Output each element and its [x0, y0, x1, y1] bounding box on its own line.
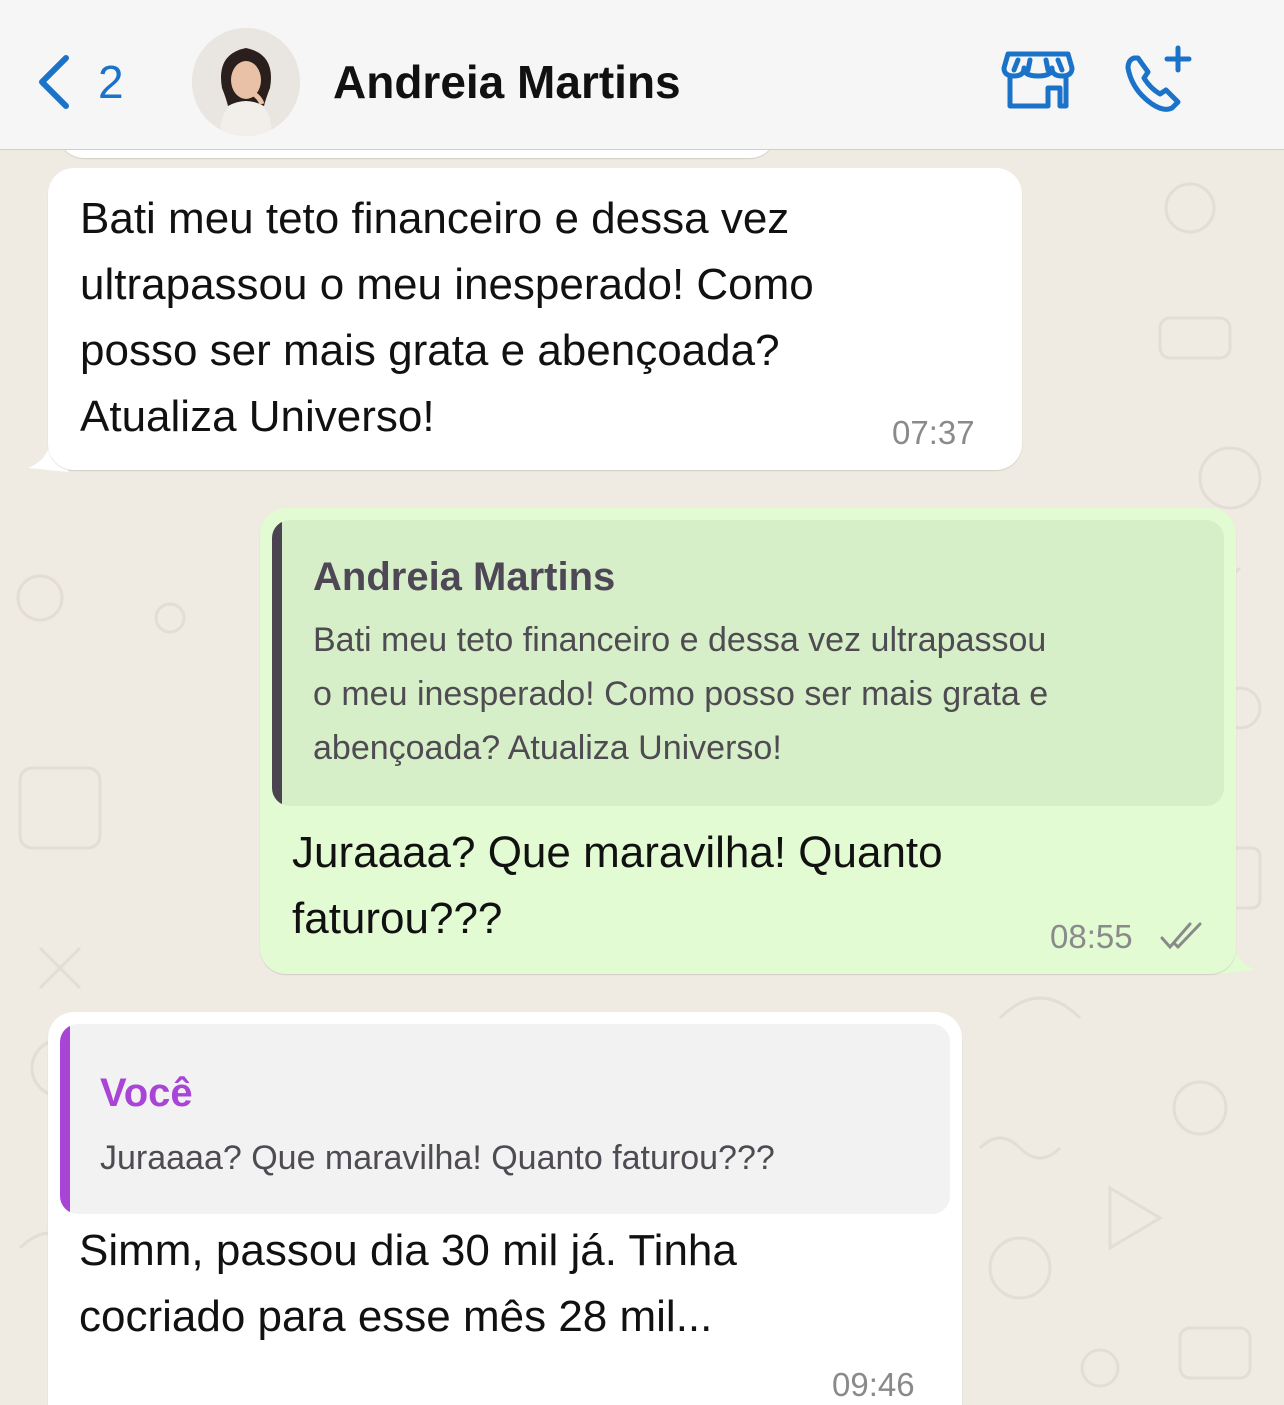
quote-author: Você — [100, 1071, 193, 1115]
message-bubble-incoming[interactable]: Você Juraaaa? Que maravilha! Quanto fatu… — [48, 1012, 962, 1405]
add-call-icon[interactable] — [1122, 44, 1194, 116]
message-text-line: posso ser mais grata e abençoada? — [80, 326, 780, 375]
avatar[interactable] — [192, 28, 300, 136]
message-bubble-incoming[interactable]: Bati meu teto financeiro e dessa vez ult… — [48, 168, 1022, 470]
quote-bar — [272, 520, 282, 806]
quote-text: Juraaaa? Que maravilha! Quanto faturou??… — [100, 1139, 775, 1177]
chat-header: 2 Andreia Martins — [0, 0, 1284, 150]
back-button[interactable]: 2 — [34, 52, 144, 112]
quote-text-line: Bati meu teto financeiro e dessa vez ult… — [313, 621, 1047, 659]
chevron-left-icon — [39, 55, 69, 109]
message-time: 07:37 — [892, 414, 975, 451]
quote-text-line: abençoada? Atualiza Universo! — [313, 729, 782, 767]
unread-count: 2 — [98, 56, 124, 108]
quote-bar — [60, 1024, 70, 1214]
message-text-line: Atualiza Universo! — [80, 392, 435, 441]
message-text-line: cocriado para esse mês 28 mil... — [79, 1292, 713, 1341]
quoted-message[interactable]: Você Juraaaa? Que maravilha! Quanto fatu… — [60, 1024, 950, 1214]
quoted-message[interactable]: Andreia Martins Bati meu teto financeiro… — [272, 520, 1224, 806]
contact-name[interactable]: Andreia Martins — [333, 54, 681, 110]
store-icon[interactable] — [1000, 48, 1076, 112]
message-text-line: Juraaaa? Que maravilha! Quanto — [292, 828, 943, 877]
message-time: 09:46 — [832, 1366, 915, 1403]
read-ticks-icon — [1160, 922, 1202, 950]
quote-text: Bati meu teto financeiro e dessa vez ult… — [313, 613, 1213, 775]
avatar-image — [192, 28, 300, 136]
quote-author: Andreia Martins — [313, 555, 616, 599]
message-text-line: Simm, passou dia 30 mil já. Tinha — [79, 1226, 737, 1275]
message-time: 08:55 — [1050, 918, 1133, 955]
quote-text-line: o meu inesperado! Como posso ser mais gr… — [313, 675, 1049, 713]
message-text-line: ultrapassou o meu inesperado! Como — [80, 260, 814, 309]
message-text-line: Bati meu teto financeiro e dessa vez — [80, 194, 790, 243]
message-bubble-outgoing[interactable]: Andreia Martins Bati meu teto financeiro… — [260, 508, 1236, 974]
